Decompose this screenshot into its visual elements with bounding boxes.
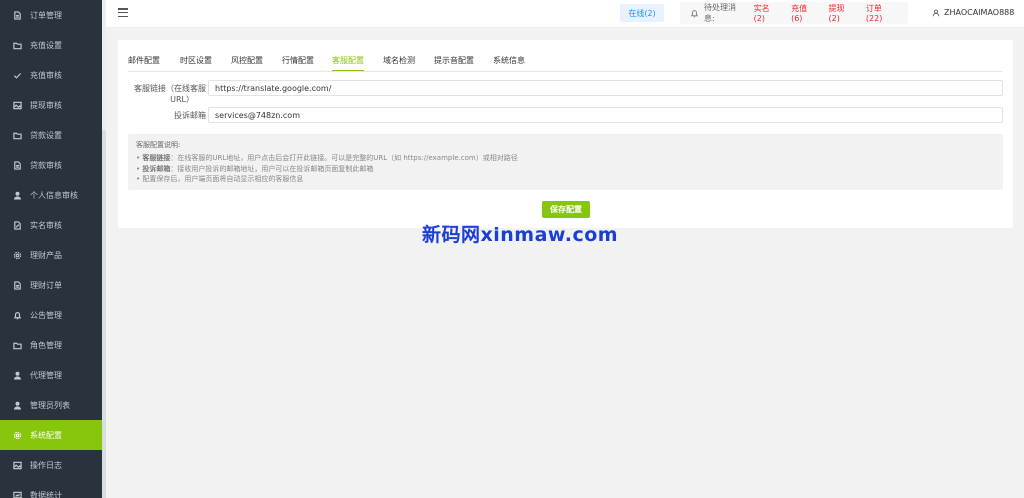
config-tabs: 邮件配置 时区设置 风控配置 行情配置 客服配置 域名检测 提示音配置 系统信息 [128, 54, 543, 72]
help-line: • 配置保存后，用户端页面将自动显示相应的客服信息 [136, 175, 304, 183]
sidebar-item[interactable]: 订单管理 [0, 0, 102, 30]
sidebar-item[interactable]: 操作日志 [0, 450, 102, 480]
sidebar-item[interactable]: 贷款设置 [0, 120, 102, 150]
help-box: 客服配置说明: • 客服链接：在线客服的URL地址，用户点击后会打开此链接。可以… [128, 134, 1003, 190]
watermark-text: 新码网xinmaw.com [422, 224, 619, 246]
sidebar-item-label: 提现审核 [30, 100, 62, 110]
help-line-text: 配置保存后，用户端页面将自动显示相应的客服信息 [142, 175, 304, 183]
top-header: 在线(2) 待处理消息: 实名(2) 充值(6) 提现(2) 订单(22) ZH… [106, 0, 1024, 28]
user-menu[interactable]: ZHAOCAIMAO888 [932, 8, 1014, 17]
chart-icon [12, 490, 22, 498]
save-button[interactable]: 保存配置 [542, 201, 590, 218]
sidebar-item[interactable]: 充值审核 [0, 60, 102, 90]
sidebar-item-label: 操作日志 [30, 460, 62, 470]
help-line-text: ：在线客服的URL地址，用户点击后会打开此链接。可以是完整的URL（如 http… [170, 154, 518, 162]
gear-icon [12, 430, 22, 440]
sidebar-item[interactable]: 提现审核 [0, 90, 102, 120]
sidebar-item[interactable]: 代理管理 [0, 360, 102, 390]
pending-link-realname[interactable]: 实名(2) [754, 3, 779, 23]
folder-icon [12, 130, 22, 140]
tab[interactable]: 域名检测 [383, 54, 415, 72]
service-link-label-line1: 客服链接（在线客服 [134, 84, 206, 93]
pending-link-orders[interactable]: 订单(22) [866, 3, 896, 23]
tab[interactable]: 邮件配置 [128, 54, 160, 72]
tab[interactable]: 系统信息 [493, 54, 525, 72]
document-icon [12, 280, 22, 290]
help-line-key: 客服链接 [142, 154, 171, 162]
folder-icon [12, 40, 22, 50]
online-badge[interactable]: 在线(2) [620, 4, 664, 22]
sidebar: 订单管理充值设置充值审核提现审核贷款设置贷款审核个人信息审核 实名审核理财产品理财… [0, 0, 102, 498]
complaint-email-label: 投诉邮箱 [174, 111, 206, 120]
sidebar-item-label: 贷款审核 [30, 160, 62, 170]
username: ZHAOCAIMAO888 [944, 8, 1015, 17]
gear-icon [12, 250, 22, 260]
sidebar-item[interactable]: 系统配置 [0, 420, 102, 450]
sidebar-item[interactable]: 理财产品 [0, 240, 102, 270]
pending-label: 待处理消息: [704, 3, 736, 23]
sidebar-item[interactable]: 公告管理 [0, 300, 102, 330]
sidebar-item[interactable]: 个人信息审核 [0, 180, 102, 210]
sidebar-item-label: 公告管理 [30, 310, 62, 320]
help-line: • 客服链接：在线客服的URL地址，用户点击后会打开此链接。可以是完整的URL（… [136, 154, 518, 162]
document-edit-icon [12, 220, 22, 230]
bell-icon [690, 9, 699, 18]
service-link-label: 客服链接（在线客服 URL） [128, 83, 206, 105]
image-icon [12, 460, 22, 470]
pending-messages: 待处理消息: 实名(2) 充值(6) 提现(2) 订单(22) [680, 2, 908, 24]
sidebar-item[interactable]: 贷款审核 [0, 150, 102, 180]
sidebar-item-label: 贷款设置 [30, 130, 62, 140]
sidebar-item[interactable]: 管理员列表 [0, 390, 102, 420]
complaint-email-input[interactable] [208, 107, 1003, 123]
sidebar-item-label: 个人信息审核 [30, 190, 78, 200]
sidebar-item[interactable]: 实名审核 [0, 210, 102, 240]
user-icon [12, 370, 22, 380]
document-icon [12, 10, 22, 20]
tabs-divider [128, 71, 1002, 72]
sidebar-item-label: 充值设置 [30, 40, 62, 50]
bell-icon [12, 310, 22, 320]
pending-link-recharge[interactable]: 充值(6) [791, 3, 816, 23]
sidebar-item-label: 订单管理 [30, 10, 62, 20]
sidebar-scrollbar-thumb[interactable] [102, 130, 106, 498]
sidebar-item[interactable]: 角色管理 [0, 330, 102, 360]
help-line-key: 投诉邮箱 [142, 164, 171, 173]
menu-toggle-icon[interactable] [118, 8, 128, 18]
config-card: 邮件配置 时区设置 风控配置 行情配置 客服配置 域名检测 提示音配置 系统信息 客服链接（在… [118, 40, 1013, 228]
sidebar-item-label: 系统配置 [30, 430, 62, 440]
folder-icon [12, 340, 22, 350]
sidebar-item[interactable]: 数据统计 [0, 480, 102, 498]
sidebar-item[interactable]: 理财订单 [0, 270, 102, 300]
tab[interactable]: 风控配置 [231, 54, 263, 72]
document-icon [12, 160, 22, 170]
sidebar-item-label: 代理管理 [30, 370, 62, 380]
sidebar-item-label: 角色管理 [30, 340, 62, 350]
tab[interactable]: 时区设置 [180, 54, 212, 72]
tab[interactable]: 客服配置 [332, 54, 364, 72]
service-link-label-line2: URL） [170, 95, 194, 104]
help-line-text: ：接收用户投诉的邮箱地址，用户可以在投诉邮箱页面复制此邮箱 [170, 164, 374, 173]
tab[interactable]: 提示音配置 [434, 54, 474, 72]
sidebar-item-label: 管理员列表 [30, 400, 70, 410]
image-icon [12, 100, 22, 110]
help-line: • 投诉邮箱：接收用户投诉的邮箱地址，用户可以在投诉邮箱页面复制此邮箱 [136, 164, 374, 173]
sidebar-item-label: 充值审核 [30, 70, 62, 80]
tab[interactable]: 行情配置 [282, 54, 314, 72]
sidebar-item[interactable]: 充值设置 [0, 30, 102, 60]
user-icon [12, 400, 22, 410]
sidebar-item-label: 理财订单 [30, 280, 62, 290]
check-icon [12, 70, 22, 80]
sidebar-scrollbar[interactable] [102, 0, 106, 498]
help-title: 客服配置说明: [136, 141, 181, 149]
sidebar-item-label: 数据统计 [30, 490, 62, 498]
sidebar-item-label: 理财产品 [30, 250, 62, 260]
user-icon [12, 190, 22, 200]
service-link-input[interactable] [208, 80, 1003, 96]
sidebar-item-label: 实名审核 [30, 220, 62, 230]
pending-link-withdraw[interactable]: 提现(2) [828, 3, 853, 23]
user-icon [932, 9, 940, 16]
